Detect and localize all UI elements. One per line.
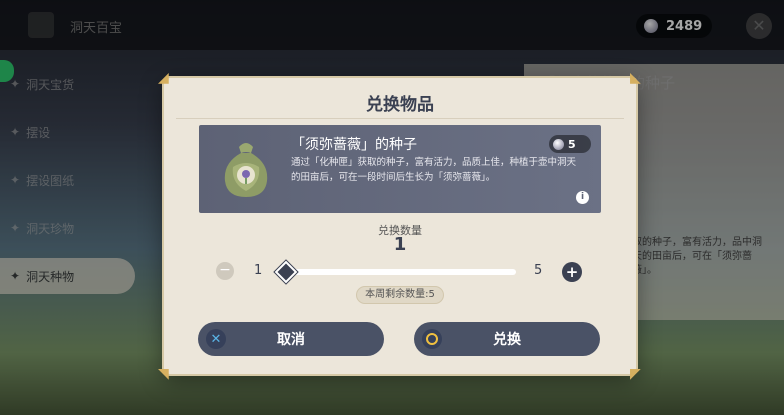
divider [176,118,624,119]
exchange-label: 兑换 [493,332,521,348]
item-price: 5 [568,137,576,151]
corner-ornament-icon: ◥ [158,366,169,382]
item-card: 「须弥蔷薇」的种子 5 通过「化种匣」获取的种子，富有活力，品质上佳，种植于壶中… [199,125,601,213]
corner-ornament-icon: ◣ [630,70,641,86]
corner-ornament-icon: ◢ [158,70,169,86]
increase-button[interactable]: + [562,262,582,282]
exchange-dialog: ◢ ◣ ◥ ◤ 兑换物品 「须弥蔷薇」的种子 5 通过「化种匣」获取的种子，富有… [158,71,641,381]
item-description: 通过「化种匣」获取的种子，富有活力，品质上佳，种植于壶中洞天的田亩后，可在一段时… [291,157,577,183]
minus-icon: − [219,262,231,278]
cancel-button[interactable]: ✕ 取消 [198,322,384,356]
info-icon[interactable]: i [576,191,589,204]
quantity-value: 1 [393,234,407,255]
circle-icon [422,329,442,349]
x-icon: ✕ [206,329,226,349]
exchange-button[interactable]: 兑换 [414,322,600,356]
dialog-title: 兑换物品 [366,95,434,115]
slider-min: 1 [254,263,263,278]
price-badge: 5 [549,135,591,153]
slider-handle[interactable] [274,260,298,284]
seed-bag-icon [224,143,268,197]
coin-icon [553,138,564,150]
item-name: 「须弥蔷薇」的种子 [291,137,417,153]
cancel-label: 取消 [277,332,305,348]
quantity-slider[interactable] [284,269,516,275]
weekly-remaining-badge: 本周剩余数量:5 [356,286,444,304]
slider-max: 5 [534,263,543,278]
decrease-button[interactable]: − [216,262,234,280]
plus-icon: + [565,263,579,281]
corner-ornament-icon: ◤ [630,366,641,382]
